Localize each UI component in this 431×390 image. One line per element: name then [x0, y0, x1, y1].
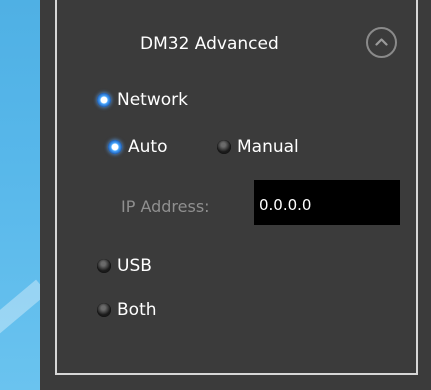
dm32-advanced-group: DM32 Advanced Network Auto Manual IP Add…	[55, 0, 418, 375]
manual-radio-option[interactable]: Manual	[217, 136, 299, 158]
manual-radio[interactable]	[217, 140, 231, 154]
auto-radio-option[interactable]: Auto	[108, 136, 167, 158]
network-label: Network	[117, 90, 188, 110]
manual-label: Manual	[237, 137, 299, 157]
collapse-button[interactable]	[366, 27, 397, 58]
settings-panel: DM32 Advanced Network Auto Manual IP Add…	[40, 0, 431, 390]
desktop-background	[0, 0, 40, 390]
ip-address-label: IP Address:	[121, 197, 210, 216]
app-window: DM32 Advanced Network Auto Manual IP Add…	[0, 0, 431, 390]
auto-radio[interactable]	[108, 140, 122, 154]
usb-radio[interactable]	[97, 259, 111, 273]
both-radio-option[interactable]: Both	[97, 299, 157, 321]
ip-address-input[interactable]	[254, 180, 400, 225]
chevron-up-icon	[375, 38, 388, 46]
network-radio-option[interactable]: Network	[97, 89, 188, 111]
group-title: DM32 Advanced	[140, 34, 279, 54]
both-label: Both	[117, 300, 157, 320]
usb-label: USB	[117, 256, 152, 276]
network-radio[interactable]	[97, 93, 111, 107]
auto-label: Auto	[128, 137, 168, 157]
both-radio[interactable]	[97, 303, 111, 317]
usb-radio-option[interactable]: USB	[97, 255, 152, 277]
